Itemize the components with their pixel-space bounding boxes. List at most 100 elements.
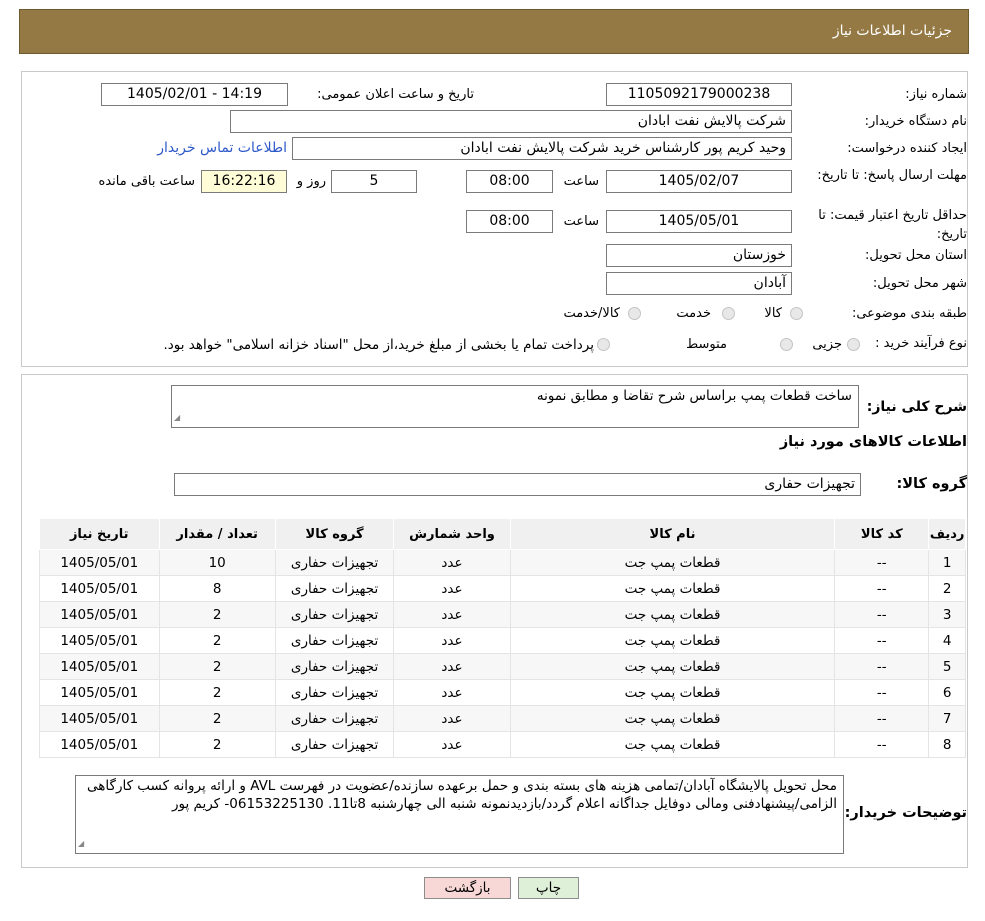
payment-radio[interactable] [597, 338, 610, 351]
buyer-contact-link[interactable]: اطلاعات تماس خریدار [157, 140, 287, 156]
payment-note: پرداخت تمام یا بخشی از مبلغ خرید،از محل … [163, 337, 594, 353]
province-field: خوزستان [606, 244, 792, 267]
table-cell: 7 [928, 705, 966, 732]
resize-handle-icon[interactable]: ◢ [174, 409, 180, 426]
table-row: 2 -- قطعات پمپ جت عدد تجهیزات حفاری 8 1405/05/… [39, 575, 966, 602]
table-cell: قطعات پمپ جت [509, 627, 836, 654]
validity-date-field: 1405/05/01 [606, 210, 792, 233]
table-cell: قطعات پمپ جت [509, 601, 836, 628]
table-cell: عدد [393, 627, 511, 654]
remaining-time-field: 16:22:16 [201, 170, 287, 193]
table-row: 5 -- قطعات پمپ جت عدد تجهیزات حفاری 2 1405/05/… [39, 653, 966, 680]
col-qty-header: تعداد / مقدار [158, 518, 276, 550]
table-row: 8 -- قطعات پمپ جت عدد تجهیزات حفاری 2 1405/05/… [39, 731, 966, 758]
creator-label: ایجاد کننده درخواست: [847, 141, 967, 156]
print-button[interactable]: چاپ [518, 877, 579, 899]
table-cell: قطعات پمپ جت [509, 705, 836, 732]
table-cell: 8 [158, 575, 276, 602]
table-cell: قطعات پمپ جت [509, 575, 836, 602]
back-button[interactable]: بازگشت [424, 877, 511, 899]
table-cell: تجهیزات حفاری [274, 627, 395, 654]
reply-date-field: 1405/02/07 [606, 170, 792, 193]
resize-handle-icon[interactable]: ◢ [78, 835, 84, 853]
table-cell: 6 [928, 679, 966, 706]
table-cell: 1405/05/01 [39, 601, 160, 628]
remaining-label: ساعت باقی مانده [98, 174, 195, 189]
table-row: 7 -- قطعات پمپ جت عدد تجهیزات حفاری 2 1405/05/… [39, 705, 966, 732]
reply-time-field: 08:00 [466, 170, 553, 193]
table-cell: 2 [158, 705, 276, 732]
table-cell: -- [834, 549, 930, 576]
table-cell: 1405/05/01 [39, 627, 160, 654]
summary-textarea[interactable]: ساخت قطعات پمپ براساس شرح تقاضا و مطابق … [171, 385, 859, 428]
category-service-radio[interactable] [722, 307, 735, 320]
table-cell: قطعات پمپ جت [509, 653, 836, 680]
table-cell: -- [834, 679, 930, 706]
process-partial-radio[interactable] [847, 338, 860, 351]
table-cell: تجهیزات حفاری [274, 575, 395, 602]
category-option-service-label: خدمت [676, 306, 711, 321]
table-cell: عدد [393, 679, 511, 706]
process-option-partial-label: جزیی [812, 337, 842, 352]
table-cell: 3 [928, 601, 966, 628]
city-label: شهر محل تحویل: [872, 276, 967, 291]
table-row: 4 -- قطعات پمپ جت عدد تجهیزات حفاری 2 1405/05/… [39, 627, 966, 654]
items-title: اطلاعات کالاهای مورد نیاز [779, 434, 967, 450]
items-table-header: ردیف کد کالا نام کالا واحد شمارش گروه کا… [39, 518, 966, 550]
table-cell: تجهیزات حفاری [274, 653, 395, 680]
validity-time-label: ساعت [563, 214, 599, 229]
category-label: طبقه بندی موضوعی: [851, 306, 967, 321]
table-cell: عدد [393, 575, 511, 602]
table-cell: قطعات پمپ جت [509, 549, 836, 576]
table-cell: -- [834, 731, 930, 758]
summary-text: ساخت قطعات پمپ براساس شرح تقاضا و مطابق … [536, 388, 852, 404]
table-row: 6 -- قطعات پمپ جت عدد تجهیزات حفاری 2 1405/05/… [39, 679, 966, 706]
need-number-label: شماره نیاز: [905, 87, 967, 102]
buyer-notes-textarea[interactable]: محل تحویل پالایشگاه آبادان/تمامی هزینه ه… [75, 775, 844, 854]
buyer-notes-text: محل تحویل پالایشگاه آبادان/تمامی هزینه ه… [87, 778, 837, 812]
page-title: جزئیات اطلاعات نیاز [832, 23, 952, 39]
col-row-header: ردیف [928, 518, 966, 550]
table-cell: قطعات پمپ جت [509, 679, 836, 706]
table-cell: 4 [928, 627, 966, 654]
table-cell: 5 [928, 653, 966, 680]
need-number-field: 1105092179000238 [606, 83, 792, 106]
table-cell: عدد [393, 705, 511, 732]
table-cell: تجهیزات حفاری [274, 679, 395, 706]
days-field: 5 [331, 170, 417, 193]
table-cell: 1405/05/01 [39, 679, 160, 706]
col-name-header: نام کالا [509, 518, 836, 550]
reply-deadline-label: مهلت ارسال پاسخ: تا تاریخ: [817, 168, 967, 183]
table-cell: 10 [158, 549, 276, 576]
table-cell: 2 [158, 679, 276, 706]
table-row: 1 -- قطعات پمپ جت عدد تجهیزات حفاری 10 1405/05… [39, 549, 966, 576]
table-cell: -- [834, 627, 930, 654]
table-cell: تجهیزات حفاری [274, 705, 395, 732]
page-header: جزئیات اطلاعات نیاز [19, 9, 969, 54]
announce-field: 1405/02/01 - 14:19 [101, 83, 288, 106]
summary-label: شرح کلی نیاز: [866, 399, 967, 415]
table-cell: عدد [393, 731, 511, 758]
process-option-medium-label: متوسط [686, 337, 727, 352]
table-cell: 2 [158, 731, 276, 758]
category-option-both-label: کالا/خدمت [563, 306, 620, 321]
validity-label: حداقل تاریخ اعتبار قیمت: تا تاریخ: [818, 208, 967, 242]
province-label: استان محل تحویل: [865, 248, 967, 263]
table-cell: 1405/05/01 [39, 705, 160, 732]
creator-field: وحید کریم پور کارشناس خرید شرکت پالایش ن… [292, 137, 792, 160]
buyer-org-label: نام دستگاه خریدار: [864, 114, 967, 129]
table-cell: 1 [928, 549, 966, 576]
table-cell: عدد [393, 601, 511, 628]
validity-time-field: 08:00 [466, 210, 553, 233]
process-medium-radio[interactable] [780, 338, 793, 351]
announce-label: تاریخ و ساعت اعلان عمومی: [317, 87, 474, 102]
table-cell: -- [834, 575, 930, 602]
process-label: نوع فرآیند خرید : [875, 336, 967, 351]
goods-group-label: گروه کالا: [896, 476, 967, 492]
category-goods-radio[interactable] [790, 307, 803, 320]
category-both-radio[interactable] [628, 307, 641, 320]
city-field: آبادان [606, 272, 792, 295]
table-cell: عدد [393, 549, 511, 576]
table-cell: تجهیزات حفاری [274, 731, 395, 758]
table-cell: -- [834, 601, 930, 628]
